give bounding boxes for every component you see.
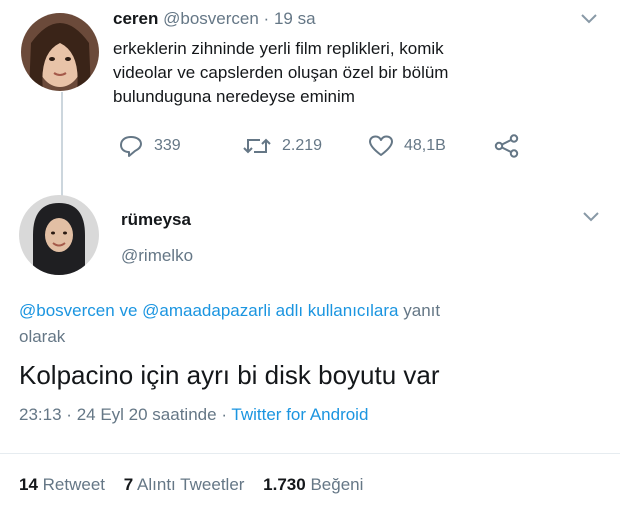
reply-author-handle[interactable]: @rimelko [121, 246, 193, 266]
reply-text: Kolpacino için ayrı bi disk boyutu var [19, 360, 440, 390]
likes-label: Beğeni [310, 475, 364, 494]
likes-count: 1.730 [263, 475, 306, 494]
chevron-down-icon[interactable] [580, 13, 598, 25]
tweet-meta: 23:13 · 24 Eyl 20 saatinde · Twitter for… [19, 405, 368, 425]
thread-line [61, 92, 63, 202]
quotes-label: Alıntı Tweetler [137, 475, 245, 494]
tweet-text-line: videolar ve capslerden oluşan özel bir b… [113, 63, 449, 82]
avatar-ceren-image [21, 13, 99, 91]
replying-to-tail: yanıt [403, 301, 441, 320]
replying-to-connector: ve [119, 301, 138, 320]
tweet-text-line: erkeklerin zihninde yerli film replikler… [113, 39, 444, 58]
retweets-stat[interactable]: 14 Retweet [19, 475, 110, 494]
reply-count: 339 [154, 137, 181, 154]
likes-stat[interactable]: 1.730 Beğeni [263, 475, 363, 494]
meta-separator: · [66, 405, 72, 424]
reply-icon [120, 136, 142, 157]
time-separator: · [263, 9, 270, 28]
quotes-count: 7 [123, 475, 134, 494]
tweet-time[interactable]: 19 sa [274, 9, 316, 28]
share-icon [494, 134, 519, 158]
reply-author-name[interactable]: rümeysa [121, 210, 191, 230]
divider [0, 453, 620, 454]
retweets-count: 14 [19, 475, 38, 494]
tweet-time[interactable]: 23:13 [19, 405, 62, 424]
share-button[interactable] [494, 134, 520, 158]
replying-to-suffix: adlı kullanıcılara [275, 301, 399, 320]
tweet-stats: 14 Retweet 7 Alıntı Tweetler 1.730 Beğen… [19, 475, 363, 495]
chevron-down-icon[interactable] [582, 211, 600, 223]
meta-separator: · [221, 405, 227, 424]
tweet-header: ceren @bosvercen · 19 sa [113, 9, 316, 29]
avatar-rumeysa-image [19, 195, 99, 275]
retweet-icon [243, 138, 271, 154]
quotes-stat[interactable]: 7 Alıntı Tweetler [124, 475, 249, 494]
avatar-rumeysa[interactable] [19, 195, 99, 275]
heart-icon [369, 135, 393, 156]
author-handle[interactable]: @bosvercen [163, 9, 259, 28]
replying-to: @bosvercen ve @amaadapazarli adlı kullan… [19, 298, 440, 350]
retweet-count: 2.219 [282, 137, 323, 154]
like-count: 48,1B [404, 137, 446, 154]
tweet-source-link[interactable]: Twitter for Android [231, 405, 368, 424]
like-button[interactable]: 48,1B [368, 134, 446, 158]
tweet-text-line: bulunduguna neredeyse eminim [113, 87, 355, 106]
retweets-label: Retweet [42, 475, 106, 494]
author-name[interactable]: ceren [113, 9, 158, 28]
replying-to-user-link[interactable]: @amaadapazarli [142, 301, 271, 320]
replying-to-line2: olarak [19, 327, 66, 346]
retweet-button[interactable]: 2.219 [242, 134, 322, 158]
tweet-text: erkeklerin zihninde yerli film replikler… [113, 37, 448, 109]
reply-button[interactable]: 339 [118, 134, 181, 158]
tweet-date[interactable]: 24 Eyl 20 saatinde [77, 405, 217, 424]
avatar-ceren[interactable] [21, 13, 99, 91]
replying-to-user-link[interactable]: @bosvercen [19, 301, 115, 320]
